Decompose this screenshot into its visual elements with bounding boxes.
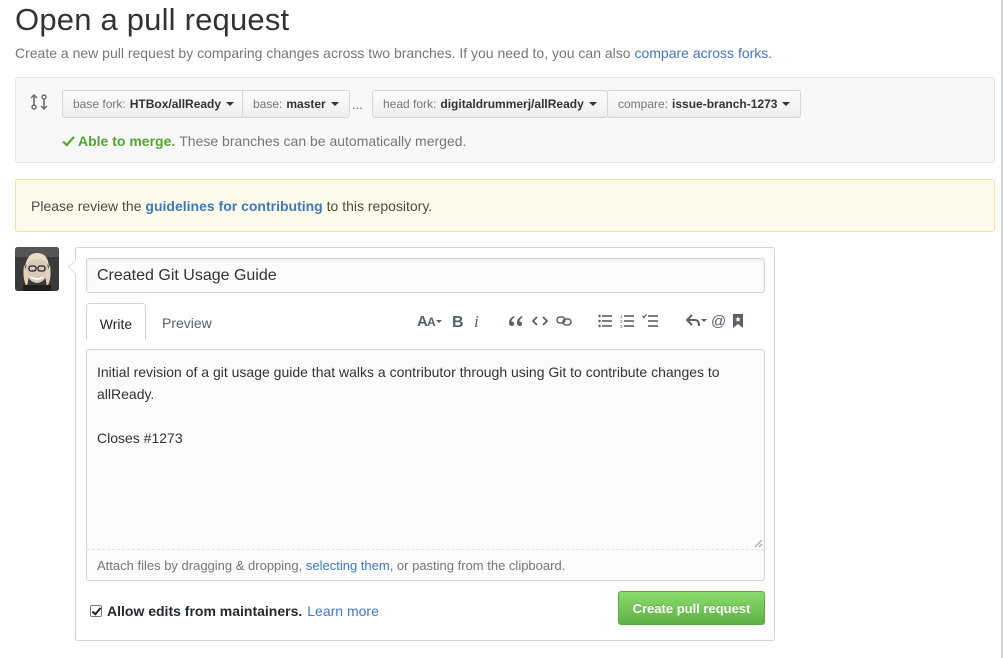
chevron-down-icon bbox=[782, 102, 791, 106]
pull-request-body-editor[interactable]: Initial revision of a git usage guide th… bbox=[86, 349, 765, 581]
ordered-list-icon[interactable]: 123 bbox=[619, 311, 635, 331]
task-list-icon[interactable] bbox=[641, 311, 659, 331]
page-title: Open a pull request bbox=[15, 2, 290, 37]
contributing-notice: Please review the guidelines for contrib… bbox=[15, 179, 995, 232]
reply-icon[interactable] bbox=[685, 311, 709, 331]
chevron-down-icon bbox=[330, 102, 339, 106]
markdown-toolbar: AA B i 123 @ bbox=[415, 311, 745, 331]
file-attach-hint[interactable]: Attach files by dragging & dropping, sel… bbox=[87, 549, 764, 580]
svg-text:B: B bbox=[452, 314, 463, 329]
chevron-down-icon bbox=[226, 102, 235, 106]
allow-edits-option[interactable]: Allow edits from maintainers. Learn more bbox=[90, 603, 379, 619]
mention-icon[interactable]: @ bbox=[711, 311, 727, 331]
code-icon[interactable] bbox=[531, 311, 549, 331]
base-fork-select[interactable]: base fork: HTBox/allReady bbox=[62, 90, 246, 118]
avatar[interactable] bbox=[15, 247, 59, 291]
chevron-down-icon bbox=[588, 102, 597, 106]
svg-text:i: i bbox=[474, 313, 479, 329]
allow-edits-checkbox[interactable] bbox=[90, 605, 102, 617]
compare-branch-select[interactable]: compare: issue-branch-1273 bbox=[607, 90, 802, 118]
allow-edits-label: Allow edits from maintainers. bbox=[107, 603, 303, 619]
pull-request-body-textarea[interactable]: Initial revision of a git usage guide th… bbox=[87, 350, 764, 549]
avatar-image bbox=[15, 247, 59, 291]
compare-branch-label: compare: bbox=[618, 97, 669, 111]
resize-handle-icon[interactable] bbox=[753, 538, 763, 548]
tab-preview[interactable]: Preview bbox=[150, 303, 224, 341]
base-branch-select[interactable]: base: master bbox=[242, 90, 350, 118]
tab-write[interactable]: Write bbox=[86, 303, 146, 341]
pull-request-form: Write Preview AA B i bbox=[68, 247, 775, 641]
git-compare-icon[interactable] bbox=[30, 93, 48, 111]
merge-status: Able to merge. These branches can be aut… bbox=[62, 133, 466, 149]
branch-range-editor: base fork: HTBox/allReady base: master .… bbox=[15, 77, 995, 163]
svg-text:A: A bbox=[427, 315, 436, 329]
check-icon bbox=[62, 136, 75, 147]
compare-across-forks-link[interactable]: compare across forks. bbox=[634, 45, 772, 61]
base-branch-label: base: bbox=[253, 97, 283, 111]
notice-suffix: to this repository. bbox=[326, 198, 433, 214]
subtitle-text: Create a new pull request by comparing c… bbox=[15, 45, 631, 61]
svg-text:@: @ bbox=[711, 313, 726, 329]
merge-message: These branches can be automatically merg… bbox=[179, 133, 467, 149]
compare-branch-value: issue-branch-1273 bbox=[672, 97, 778, 111]
range-separator: ... bbox=[352, 97, 363, 112]
italic-icon[interactable]: i bbox=[469, 311, 485, 331]
merge-ok-text: Able to merge. bbox=[78, 133, 176, 149]
head-fork-value: digitaldrummerj/allReady bbox=[440, 97, 584, 111]
svg-text:3: 3 bbox=[620, 324, 623, 328]
head-fork-select[interactable]: head fork: digitaldrummerj/allReady bbox=[372, 90, 608, 118]
bold-icon[interactable]: B bbox=[449, 311, 465, 331]
page-subtitle: Create a new pull request by comparing c… bbox=[15, 45, 772, 61]
create-pull-request-button[interactable]: Create pull request bbox=[618, 591, 765, 625]
drop-hint-suffix: , or pasting from the clipboard. bbox=[389, 558, 566, 573]
contributing-guidelines-link[interactable]: guidelines for contributing bbox=[145, 198, 322, 214]
editor-tabs: Write Preview AA B i 1 2 3 @ bbox=[86, 303, 765, 341]
base-fork-value: HTBox/allReady bbox=[129, 97, 222, 111]
pull-request-title-input[interactable] bbox=[86, 258, 765, 293]
unordered-list-icon[interactable] bbox=[597, 311, 613, 331]
link-icon[interactable] bbox=[555, 311, 573, 331]
saved-reply-icon[interactable] bbox=[731, 311, 745, 331]
select-files-link[interactable]: selecting them bbox=[306, 558, 390, 573]
notice-prefix: Please review the bbox=[31, 198, 142, 214]
learn-more-link[interactable]: Learn more bbox=[307, 603, 379, 619]
base-branch-value: master bbox=[286, 97, 326, 111]
drop-hint-prefix: Attach files by dragging & dropping, bbox=[97, 558, 303, 573]
header-icon[interactable]: AA bbox=[415, 311, 445, 331]
quote-icon[interactable] bbox=[507, 311, 525, 331]
base-fork-label: base fork: bbox=[73, 97, 126, 111]
head-fork-label: head fork: bbox=[383, 97, 437, 111]
